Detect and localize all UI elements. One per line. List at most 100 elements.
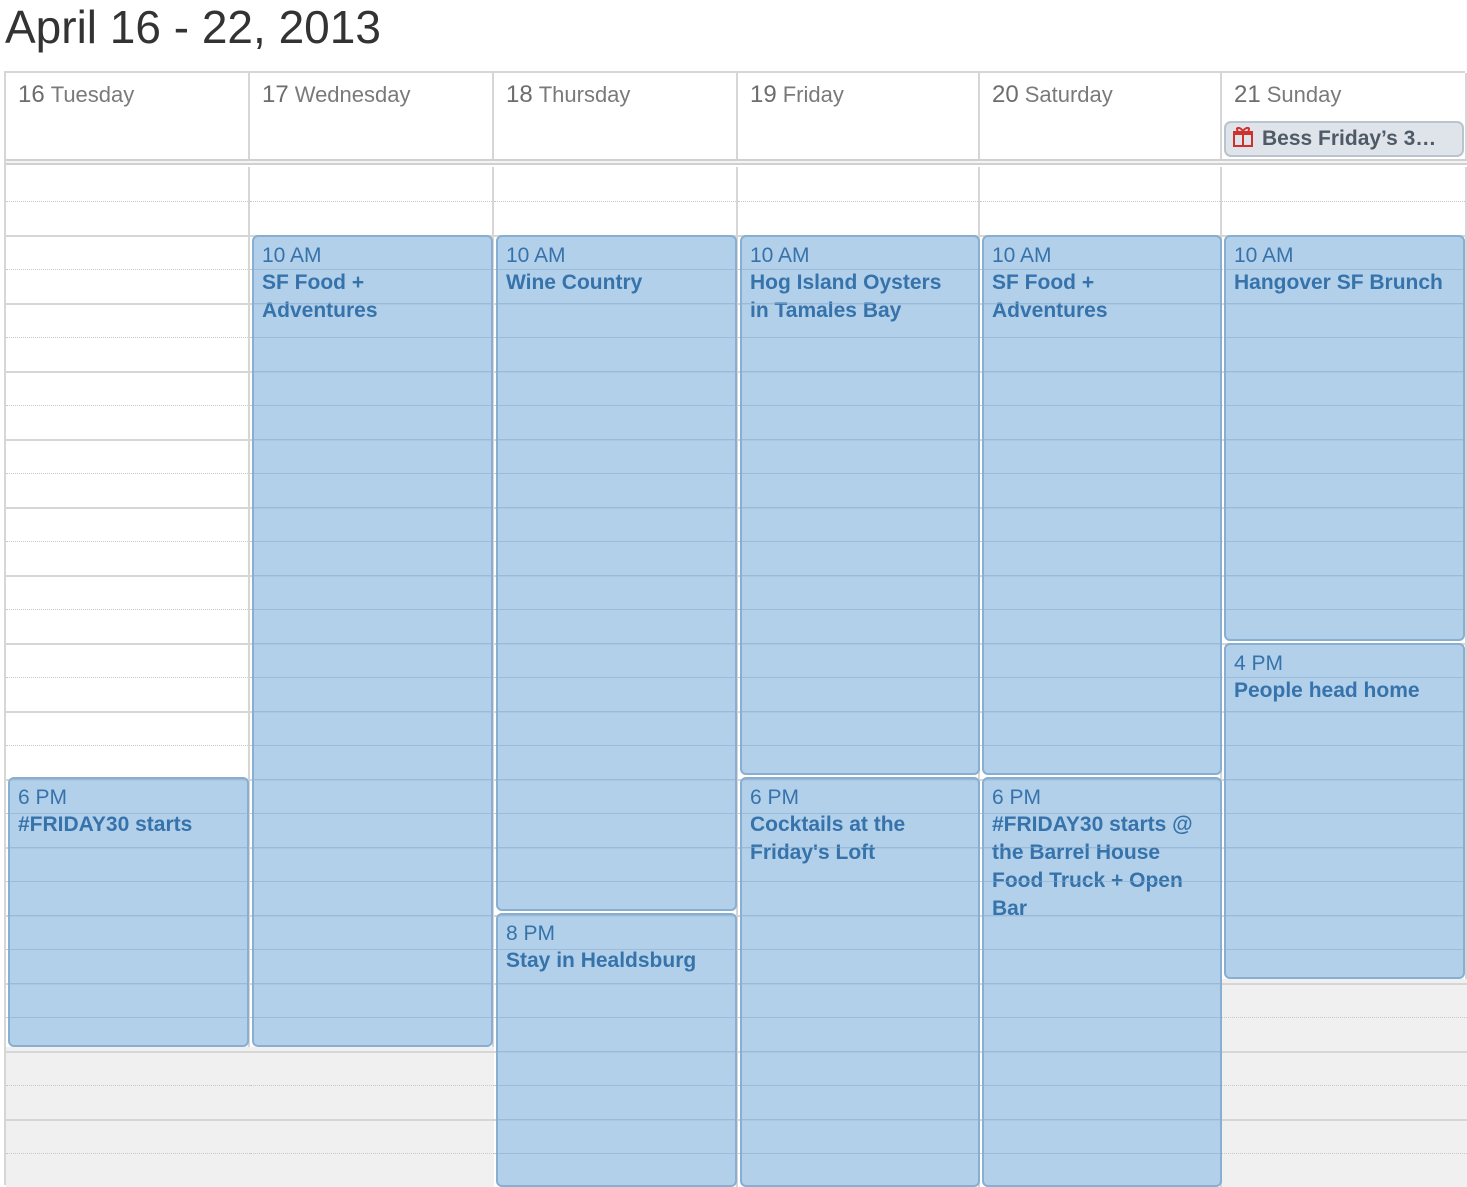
event-time: 4 PM bbox=[1234, 652, 1284, 675]
event-block[interactable]: 10 AM SF Food + Adventures bbox=[252, 235, 493, 1047]
event-grid-line bbox=[742, 813, 978, 814]
event-grid-line bbox=[254, 473, 491, 474]
time-grid-line bbox=[1222, 1085, 1467, 1086]
day-number: 21 bbox=[1234, 81, 1261, 108]
event-grid-line bbox=[254, 677, 491, 678]
event-block[interactable]: 10 AM Hangover SF Brunch bbox=[1224, 235, 1465, 641]
time-grid-line bbox=[1222, 201, 1465, 202]
event-grid-line bbox=[1226, 269, 1463, 270]
day-header-wednesday[interactable]: 17 Wednesday bbox=[250, 73, 494, 159]
day-header-thursday[interactable]: 18 Thursday bbox=[494, 73, 738, 159]
time-grid-line bbox=[6, 541, 248, 542]
time-grid-line bbox=[6, 745, 248, 746]
event-grid-line bbox=[742, 507, 978, 508]
event-grid-line bbox=[742, 881, 978, 882]
event-grid-line bbox=[984, 949, 1220, 950]
event-grid-line bbox=[254, 609, 491, 610]
event-block[interactable]: 6 PM #FRIDAY30 starts bbox=[8, 777, 249, 1047]
time-grid-line bbox=[1222, 1017, 1467, 1018]
day-header-saturday[interactable]: 20 Saturday bbox=[980, 73, 1222, 159]
event-grid-line bbox=[498, 269, 735, 270]
time-grid-line bbox=[6, 371, 248, 373]
event-grid-line bbox=[10, 983, 247, 984]
event-grid-line bbox=[254, 847, 491, 848]
event-grid-line bbox=[984, 1051, 1220, 1052]
page-title: April 16 - 22, 2013 bbox=[5, 1, 381, 53]
event-grid-line bbox=[254, 779, 491, 780]
event-grid-line bbox=[254, 405, 491, 406]
event-time: 10 AM bbox=[1234, 244, 1294, 267]
time-grid-line bbox=[738, 201, 978, 202]
time-grid-line bbox=[250, 201, 492, 202]
event-grid-line bbox=[1226, 915, 1463, 916]
event-grid-line bbox=[498, 575, 735, 576]
event-grid-line bbox=[10, 813, 247, 814]
event-time: 6 PM bbox=[18, 786, 68, 809]
event-grid-line bbox=[742, 1119, 978, 1120]
event-grid-line bbox=[984, 337, 1220, 338]
event-grid-line bbox=[498, 779, 735, 780]
header-separator bbox=[6, 159, 1467, 165]
time-grid-line bbox=[6, 405, 248, 406]
event-grid-line bbox=[254, 269, 491, 270]
time-grid-line bbox=[6, 1085, 250, 1086]
time-grid-line bbox=[6, 677, 248, 678]
event-grid-line bbox=[984, 847, 1220, 848]
time-grid-line bbox=[6, 711, 248, 713]
event-title: #FRIDAY30 starts bbox=[18, 813, 193, 836]
event-grid-line bbox=[498, 541, 735, 542]
event-grid-line bbox=[498, 677, 735, 678]
time-grid-line bbox=[6, 1153, 250, 1154]
event-grid-line bbox=[498, 711, 735, 712]
event-block[interactable]: 10 AM SF Food + Adventures bbox=[982, 235, 1222, 775]
day-header-friday[interactable]: 19 Friday bbox=[738, 73, 980, 159]
event-grid-line bbox=[254, 575, 491, 576]
time-grid-line bbox=[1222, 1051, 1467, 1053]
event-grid-line bbox=[254, 541, 491, 542]
gift-icon bbox=[1232, 126, 1254, 153]
event-grid-line bbox=[1226, 779, 1463, 780]
event-grid-line bbox=[984, 405, 1220, 406]
event-block[interactable]: 6 PM Cocktails at the Friday's Loft bbox=[740, 777, 980, 1187]
event-grid-line bbox=[498, 1085, 735, 1086]
event-grid-line bbox=[742, 371, 978, 372]
time-grid-line bbox=[6, 643, 248, 645]
event-grid-line bbox=[742, 1153, 978, 1154]
event-grid-line bbox=[1226, 337, 1463, 338]
day-name: Saturday bbox=[1024, 82, 1113, 107]
time-grid-line bbox=[250, 1051, 494, 1053]
event-grid-line bbox=[1226, 847, 1463, 848]
event-grid-line bbox=[984, 643, 1220, 644]
time-grid-line bbox=[1222, 1119, 1467, 1121]
event-block[interactable]: 6 PM #FRIDAY30 starts @ the Barrel House… bbox=[982, 777, 1222, 1187]
event-grid-line bbox=[498, 1051, 735, 1052]
event-grid-line bbox=[254, 303, 491, 304]
event-block[interactable]: 4 PM People head home bbox=[1224, 643, 1465, 979]
event-grid-line bbox=[1226, 711, 1463, 712]
event-grid-line bbox=[254, 439, 491, 440]
day-number: 16 bbox=[18, 81, 45, 108]
time-grid-line bbox=[250, 1119, 494, 1121]
event-grid-line bbox=[984, 541, 1220, 542]
day-name: Sunday bbox=[1266, 82, 1342, 107]
event-grid-line bbox=[498, 303, 735, 304]
time-grid-line bbox=[250, 1085, 494, 1086]
event-block[interactable]: 10 AM Wine Country bbox=[496, 235, 737, 911]
event-grid-line bbox=[984, 507, 1220, 508]
time-grid-line bbox=[1222, 1153, 1467, 1154]
event-grid-line bbox=[742, 575, 978, 576]
event-grid-line bbox=[1226, 813, 1463, 814]
event-grid-line bbox=[498, 337, 735, 338]
event-grid-line bbox=[984, 575, 1220, 576]
event-grid-line bbox=[742, 473, 978, 474]
event-block[interactable]: 10 AM Hog Island Oysters in Tamales Bay bbox=[740, 235, 980, 775]
allday-event[interactable]: Bess Friday’s 3… bbox=[1224, 121, 1464, 157]
event-grid-line bbox=[1226, 439, 1463, 440]
week-calendar: 16 Tuesday 17 Wednesday 18 Thursday 19 Frida… bbox=[4, 71, 1467, 1187]
day-name: Thursday bbox=[538, 82, 631, 107]
day-header-tuesday[interactable]: 16 Tuesday bbox=[6, 73, 250, 159]
event-title: Wine Country bbox=[506, 271, 643, 294]
event-block[interactable]: 8 PM Stay in Healdsburg bbox=[496, 913, 737, 1187]
day-header-row: 16 Tuesday 17 Wednesday 18 Thursday 19 Frida… bbox=[6, 73, 1467, 159]
event-grid-line bbox=[1226, 303, 1463, 304]
